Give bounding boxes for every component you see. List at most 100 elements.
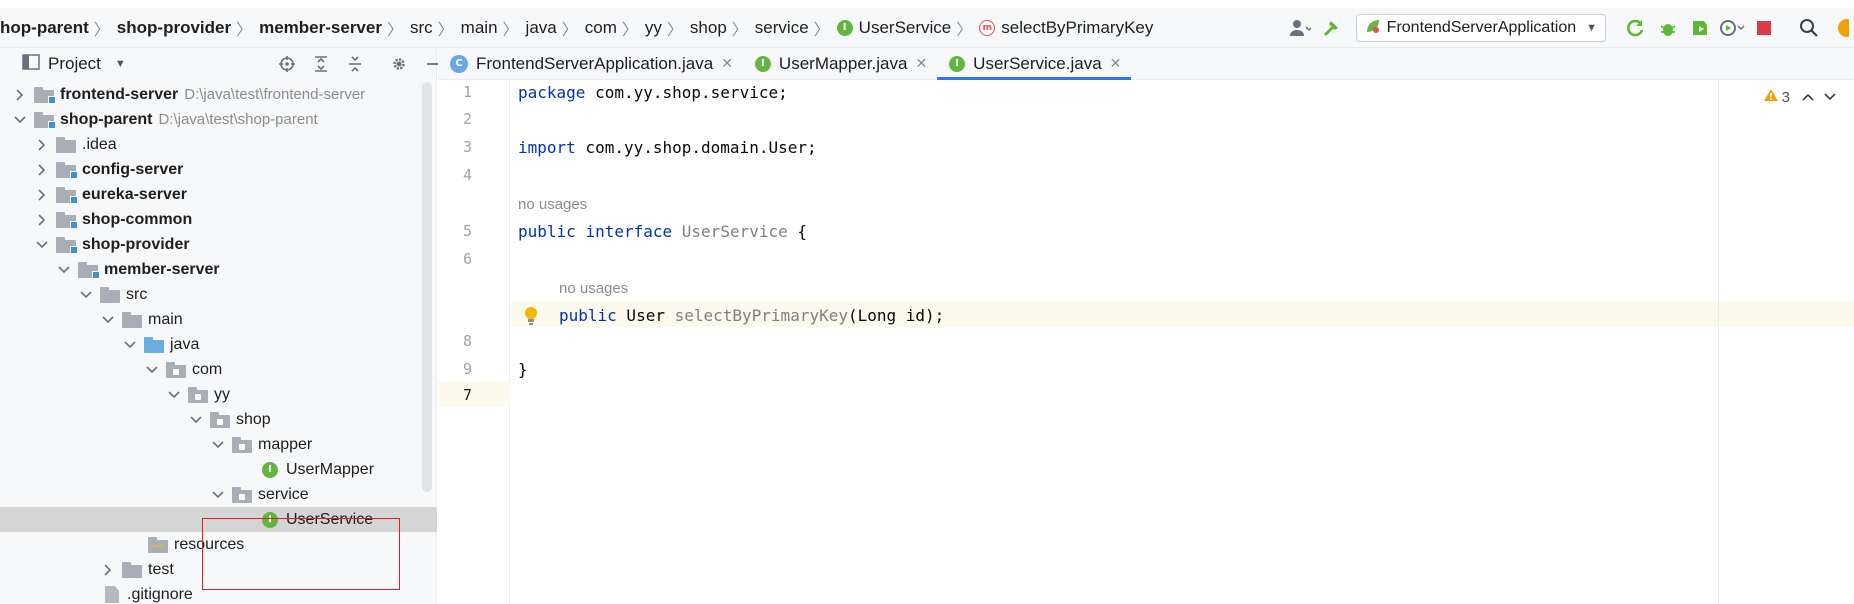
chevron-down-icon[interactable] bbox=[144, 362, 160, 378]
navigation-bar: hop-parent 〉 shop-provider 〉 member-server 〉 s… bbox=[0, 8, 1854, 48]
tree-node-shop-provider[interactable]: shop-provider bbox=[0, 232, 437, 257]
breadcrumb-item[interactable]: service bbox=[755, 18, 809, 38]
close-icon[interactable]: ✕ bbox=[1110, 55, 1122, 72]
close-icon[interactable]: ✕ bbox=[915, 55, 927, 72]
chevron-down-icon[interactable]: ▼ bbox=[115, 58, 126, 70]
chevron-right-icon[interactable] bbox=[34, 187, 50, 203]
locate-icon[interactable] bbox=[274, 51, 300, 77]
breadcrumb-item[interactable]: hop-parent bbox=[0, 18, 89, 38]
tree-node-userservice[interactable]: I UserService bbox=[0, 507, 437, 532]
tab-label: FrontendServerApplication.java bbox=[476, 53, 714, 73]
usages-hint[interactable]: no usages bbox=[518, 196, 587, 213]
tree-node-usermapper[interactable]: I UserMapper bbox=[0, 457, 437, 482]
expand-all-icon[interactable] bbox=[308, 51, 334, 77]
tab-user-service[interactable]: I UserService.java ✕ bbox=[937, 48, 1132, 80]
stop-icon[interactable] bbox=[1751, 15, 1777, 41]
debug-icon[interactable] bbox=[1655, 15, 1681, 41]
run-configuration-selector[interactable]: FrontendServerApplication ▼ bbox=[1355, 14, 1606, 42]
tree-node-java[interactable]: java bbox=[0, 332, 437, 357]
tree-node-gitignore[interactable]: .gitignore bbox=[0, 582, 437, 604]
tree-node-frontend-server[interactable]: frontend-server D:\java\test\frontend-se… bbox=[0, 82, 437, 107]
right-margin-guide bbox=[1718, 80, 1719, 604]
project-toolbar bbox=[270, 48, 450, 80]
tree-node-shop-common[interactable]: shop-common bbox=[0, 207, 437, 232]
tree-node-config-server[interactable]: config-server bbox=[0, 157, 437, 182]
build-hammer-icon[interactable] bbox=[1319, 15, 1345, 41]
rerun-icon[interactable] bbox=[1623, 15, 1649, 41]
tree-node-yy[interactable]: yy bbox=[0, 382, 437, 407]
chevron-down-icon[interactable] bbox=[210, 487, 226, 503]
resources-folder-icon bbox=[148, 536, 168, 553]
code-editor[interactable]: package com.yy.shop.service; import com.… bbox=[511, 80, 1854, 604]
tab-frontend-server-application[interactable]: C FrontendServerApplication.java ✕ bbox=[438, 48, 743, 79]
breadcrumb-item[interactable]: src bbox=[410, 18, 433, 38]
inspection-widget[interactable]: 3 bbox=[1763, 88, 1836, 106]
chevron-down-icon[interactable] bbox=[166, 387, 182, 403]
lightbulb-icon[interactable] bbox=[523, 306, 539, 331]
coverage-icon[interactable] bbox=[1687, 15, 1713, 41]
chevron-down-icon[interactable] bbox=[12, 112, 28, 128]
project-title[interactable]: Project bbox=[48, 54, 101, 74]
usages-hint[interactable]: no usages bbox=[559, 280, 628, 297]
breadcrumb-item[interactable]: I UserService bbox=[836, 18, 951, 38]
search-icon[interactable] bbox=[1796, 15, 1822, 41]
gear-icon[interactable] bbox=[386, 51, 412, 77]
tree-node-label: shop-common bbox=[82, 210, 193, 228]
tree-node-shop-parent[interactable]: shop-parent D:\java\test\shop-parent bbox=[0, 107, 437, 132]
update-notification-icon[interactable] bbox=[1828, 15, 1854, 41]
breadcrumb-item[interactable]: member-server bbox=[259, 18, 382, 38]
chevron-down-icon[interactable] bbox=[122, 337, 138, 353]
tree-node-mapper[interactable]: mapper bbox=[0, 432, 437, 457]
tree-node-src[interactable]: src bbox=[0, 282, 437, 307]
chevron-down-icon[interactable] bbox=[56, 262, 72, 278]
breadcrumb-label: yy bbox=[644, 17, 662, 37]
breadcrumb-label: hop-parent bbox=[0, 17, 89, 37]
chevron-down-icon[interactable] bbox=[78, 287, 94, 303]
breadcrumb-item[interactable]: main bbox=[461, 18, 498, 38]
interface-icon: I bbox=[262, 511, 278, 528]
profiler-icon[interactable] bbox=[1719, 15, 1745, 41]
breadcrumb-item[interactable]: m selectByPrimaryKey bbox=[979, 18, 1153, 38]
breadcrumb-item[interactable]: yy bbox=[645, 18, 662, 38]
code-line-5: public interface UserService { bbox=[518, 222, 808, 241]
breadcrumb-separator-icon: 〉 bbox=[437, 21, 454, 39]
chevron-right-icon[interactable] bbox=[34, 162, 50, 178]
chevron-down-icon[interactable] bbox=[188, 412, 204, 428]
chevron-right-icon[interactable] bbox=[100, 562, 116, 578]
chevron-right-icon[interactable] bbox=[34, 212, 50, 228]
chevron-down-icon[interactable] bbox=[1824, 89, 1836, 106]
editor-gutter[interactable]: 1 2 3 4 5 6 7 8 9 bbox=[438, 80, 510, 604]
tab-label: UserMapper.java bbox=[778, 53, 908, 73]
breadcrumb-item[interactable]: com bbox=[585, 18, 617, 38]
tree-node-test[interactable]: test bbox=[0, 557, 437, 582]
tree-node-service[interactable]: service bbox=[0, 482, 437, 507]
tree-node-shop[interactable]: shop bbox=[0, 407, 437, 432]
chevron-right-icon[interactable] bbox=[12, 87, 28, 103]
breadcrumb-label: service bbox=[754, 17, 809, 37]
chevron-down-icon[interactable] bbox=[100, 312, 116, 328]
breadcrumb-separator-icon: 〉 bbox=[666, 21, 683, 39]
tab-user-mapper[interactable]: I UserMapper.java ✕ bbox=[743, 48, 937, 79]
tree-node-resources[interactable]: resources bbox=[0, 532, 437, 557]
chevron-up-icon[interactable] bbox=[1802, 89, 1814, 106]
module-folder-icon bbox=[56, 211, 78, 229]
breadcrumb-item[interactable]: shop bbox=[690, 18, 727, 38]
chevron-right-icon[interactable] bbox=[34, 137, 50, 153]
close-icon[interactable]: ✕ bbox=[721, 55, 733, 72]
file-icon bbox=[105, 586, 119, 603]
tree-node-member-server[interactable]: member-server bbox=[0, 257, 437, 282]
tree-node-label: .gitignore bbox=[127, 585, 193, 603]
chevron-down-icon[interactable] bbox=[210, 437, 226, 453]
account-icon[interactable] bbox=[1287, 15, 1313, 41]
breadcrumb-item[interactable]: java bbox=[526, 18, 557, 38]
tree-node-main[interactable]: main bbox=[0, 307, 437, 332]
interface-icon: I bbox=[262, 461, 278, 478]
tree-node-eureka-server[interactable]: eureka-server bbox=[0, 182, 437, 207]
breadcrumb-item[interactable]: shop-provider bbox=[117, 18, 231, 38]
collapse-all-icon[interactable] bbox=[342, 51, 368, 77]
tree-node-com[interactable]: com bbox=[0, 357, 437, 382]
chevron-down-icon[interactable] bbox=[34, 237, 50, 253]
tree-node-idea[interactable]: .idea bbox=[0, 132, 437, 157]
tree-node-label: shop-provider bbox=[82, 235, 190, 253]
project-view-icon bbox=[22, 53, 40, 75]
